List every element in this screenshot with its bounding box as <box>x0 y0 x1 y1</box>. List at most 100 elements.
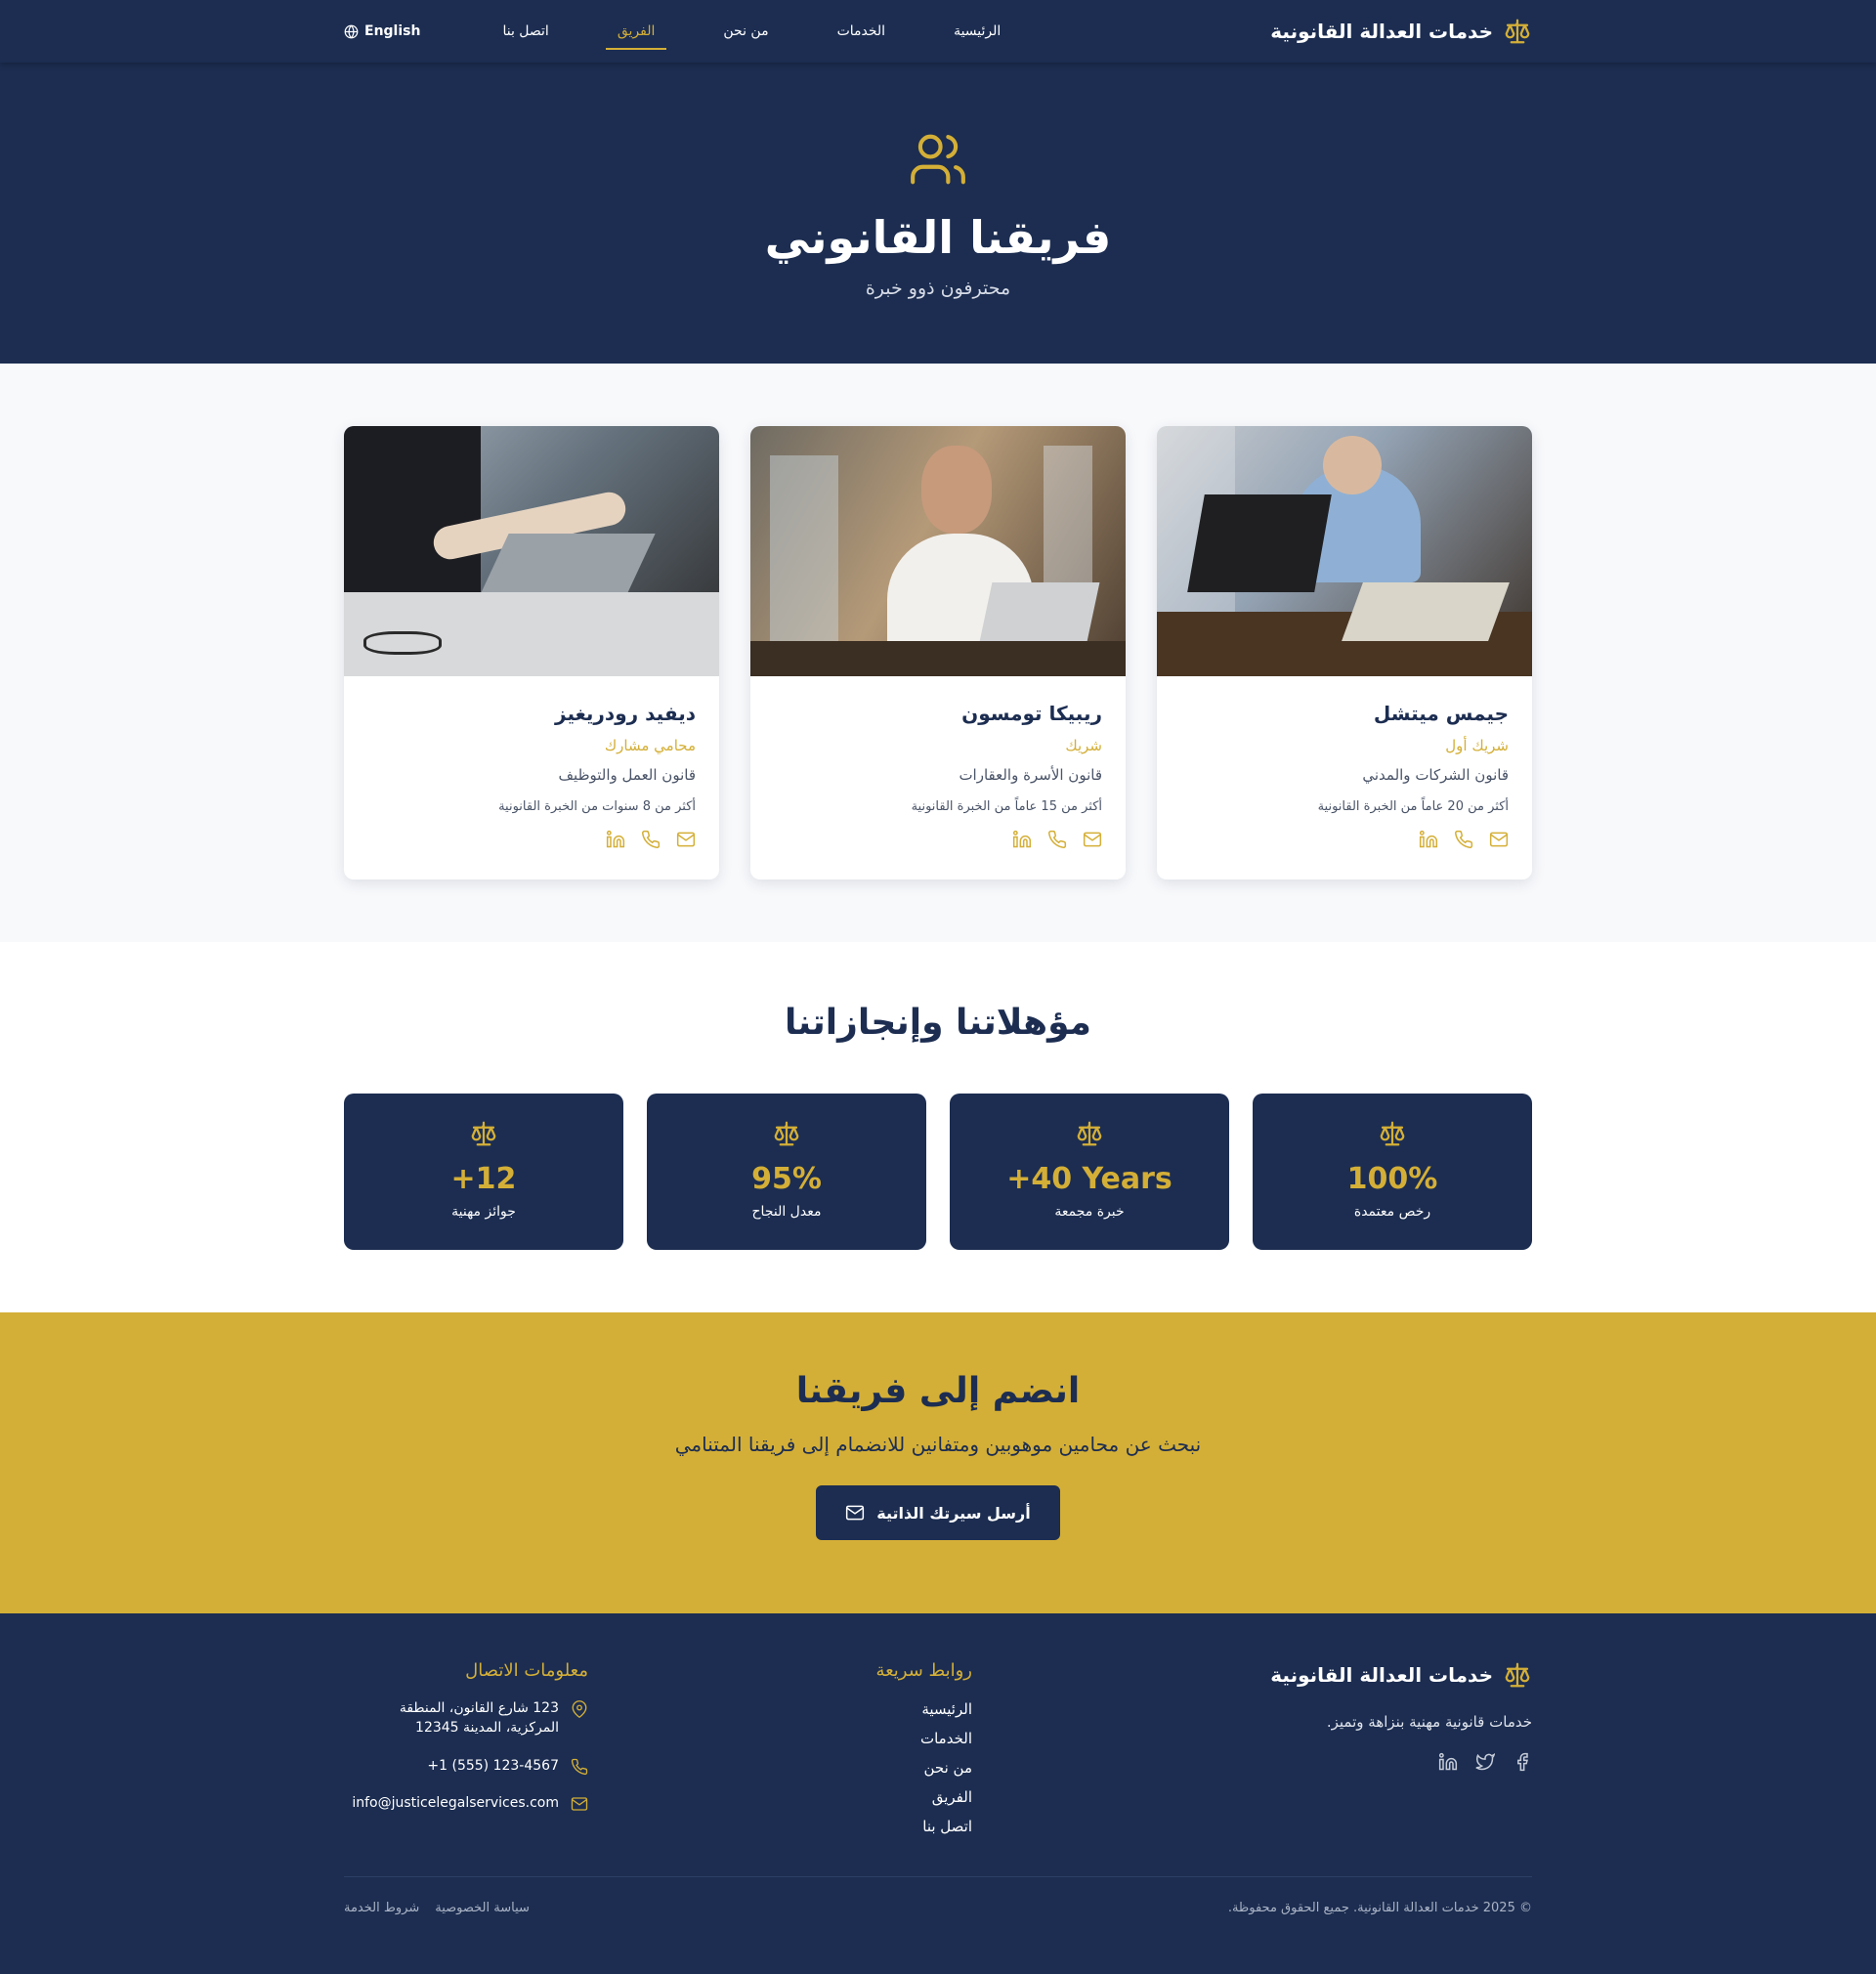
footer-link-home[interactable]: الرئيسية <box>738 1700 972 1718</box>
stat-card: +40 Years خبرة مجمعة <box>950 1094 1229 1250</box>
footer-description: خدمات قانونية مهنية بنزاهة وتميز. <box>1326 1713 1532 1731</box>
main-menu: الرئيسية الخدمات من نحن الفريق اتصل بنا … <box>344 0 1012 63</box>
linkedin-icon[interactable] <box>1012 830 1032 849</box>
footer-link-contact[interactable]: اتصل بنا <box>738 1818 972 1835</box>
footer-logo[interactable]: خدمات العدالة القانونية <box>1122 1660 1532 1690</box>
join-title: انضم إلى فريقنا <box>795 1371 1081 1411</box>
linkedin-icon[interactable] <box>1438 1752 1458 1772</box>
footer-bottom-bar: © 2025 خدمات العدالة القانونية. جميع الح… <box>344 1876 1532 1915</box>
language-label: English <box>364 23 421 39</box>
quick-links-title: روابط سريعة <box>875 1660 972 1681</box>
nav-home[interactable]: الرئيسية <box>942 0 1012 63</box>
mail-icon <box>571 1797 588 1811</box>
mail-icon[interactable] <box>1489 830 1509 849</box>
terms-link[interactable]: شروط الخدمة <box>344 1901 419 1915</box>
stat-card: 95% معدل النجاح <box>647 1094 926 1250</box>
legal-links: سياسة الخصوصية شروط الخدمة <box>344 1901 530 1915</box>
nav-services[interactable]: الخدمات <box>826 0 898 63</box>
language-switch[interactable]: English <box>344 23 420 39</box>
send-cv-label: أرسل سيرتك الذاتية <box>876 1503 1031 1523</box>
stat-value: +40 Years <box>1006 1162 1172 1196</box>
footer-quick-links: روابط سريعة الرئيسية الخدمات من نحن الفر… <box>738 1660 972 1847</box>
member-role: شريك أول <box>1445 737 1509 754</box>
contact-email[interactable]: info@justicelegalservices.com <box>344 1793 588 1813</box>
mail-icon[interactable] <box>676 830 696 849</box>
man-on-phone-photo <box>750 426 1126 676</box>
scale-icon <box>774 1121 799 1146</box>
contact-title: معلومات الاتصال <box>465 1660 588 1681</box>
member-experience: أكثر من 15 عاماً من الخبرة القانونية <box>911 799 1102 814</box>
footer-link-team[interactable]: الفريق <box>738 1788 972 1806</box>
member-experience: أكثر من 8 سنوات من الخبرة القانونية <box>498 799 696 814</box>
join-team-section: انضم إلى فريقنا نبحث عن محامين موهوبين و… <box>0 1312 1876 1613</box>
member-name: ديفيد رودريغيز <box>555 702 696 725</box>
phone-icon[interactable] <box>641 830 661 849</box>
footer-contact: معلومات الاتصال 123 شارع القانون، المنطق… <box>344 1660 588 1847</box>
scale-icon <box>471 1121 496 1146</box>
scale-icon <box>1077 1121 1102 1146</box>
nav-contact[interactable]: اتصل بنا <box>490 0 560 63</box>
stat-label: رخص معتمدة <box>1353 1204 1431 1220</box>
phone-icon <box>571 1758 588 1775</box>
team-card: جيمس ميتشل شريك أول قانون الشركات والمدن… <box>1157 426 1532 880</box>
handshake-photo <box>344 426 719 676</box>
member-specialty: قانون العمل والتوظيف <box>558 766 696 784</box>
member-role: محامي مشارك <box>604 737 696 754</box>
footer-brand: خدمات العدالة القانونية خدمات قانونية مه… <box>1122 1660 1532 1847</box>
scale-icon <box>1505 1662 1530 1688</box>
address-text: 123 شارع القانون، المنطقة المركزية، المد… <box>399 1700 559 1737</box>
site-footer: خدمات العدالة القانونية خدمات قانونية مه… <box>0 1613 1876 1974</box>
nav-team[interactable]: الفريق <box>605 0 667 63</box>
facebook-icon[interactable] <box>1513 1752 1532 1772</box>
stat-value: 95% <box>751 1162 822 1196</box>
email-text: info@justicelegalservices.com <box>352 1794 559 1811</box>
stat-card: +12 جوائز مهنية <box>344 1094 623 1250</box>
phone-text: +1 (555) 123-4567 <box>427 1757 559 1774</box>
laptop-meeting-photo <box>1157 426 1532 676</box>
team-section: جيمس ميتشل شريك أول قانون الشركات والمدن… <box>0 364 1876 942</box>
nav-about[interactable]: من نحن <box>711 0 780 63</box>
stat-label: معدل النجاح <box>751 1204 822 1220</box>
scale-icon <box>1505 19 1530 44</box>
scale-icon <box>1380 1121 1405 1146</box>
footer-link-services[interactable]: الخدمات <box>738 1730 972 1747</box>
mail-icon[interactable] <box>1083 830 1102 849</box>
member-name: ريبيكا تومسون <box>961 702 1102 725</box>
page-title: فريقنا القانوني <box>764 211 1112 264</box>
copyright-text: © 2025 خدمات العدالة القانونية. جميع الح… <box>1227 1901 1532 1915</box>
send-cv-button[interactable]: أرسل سيرتك الذاتية <box>816 1485 1060 1540</box>
footer-link-about[interactable]: من نحن <box>738 1759 973 1777</box>
phone-icon[interactable] <box>1454 830 1473 849</box>
social-links <box>1122 1752 1532 1772</box>
stat-value: 100% <box>1346 1162 1438 1196</box>
member-specialty: قانون الأسرة والعقارات <box>959 766 1102 784</box>
hero-section: فريقنا القانوني محترفون ذوو خبرة <box>0 63 1876 364</box>
team-card: ريبيكا تومسون شريك قانون الأسرة والعقارا… <box>750 426 1126 880</box>
member-experience: أكثر من 20 عاماً من الخبرة القانونية <box>1317 799 1509 814</box>
contact-address: 123 شارع القانون، المنطقة المركزية، المد… <box>344 1698 588 1738</box>
member-name: جيمس ميتشل <box>1373 702 1509 725</box>
linkedin-icon[interactable] <box>606 830 625 849</box>
achievements-section: مؤهلاتنا وإنجازاتنا 100% رخص معتمدة +40 … <box>0 942 1876 1312</box>
join-text: نبحث عن محامين موهوبين ومتفانين للانضمام… <box>674 1433 1202 1456</box>
page-subtitle: محترفون ذوو خبرة <box>865 278 1011 299</box>
linkedin-icon[interactable] <box>1419 830 1438 849</box>
mail-icon <box>846 1505 865 1521</box>
team-card: ديفيد رودريغيز محامي مشارك قانون العمل و… <box>344 426 719 880</box>
stat-value: +12 <box>450 1162 517 1196</box>
top-navbar: خدمات العدالة القانونية الرئيسية الخدمات… <box>0 0 1876 63</box>
stat-label: خبرة مجمعة <box>1054 1204 1125 1220</box>
member-specialty: قانون الشركات والمدني <box>1362 766 1509 784</box>
member-role: شريك <box>1065 737 1102 754</box>
footer-brand-name: خدمات العدالة القانونية <box>1270 1663 1493 1687</box>
users-icon <box>908 129 968 190</box>
phone-icon[interactable] <box>1047 830 1067 849</box>
achievements-title: مؤهلاتنا وإنجازاتنا <box>785 1003 1091 1043</box>
contact-phone[interactable]: +1 (555) 123-4567 <box>344 1756 588 1776</box>
brand-logo[interactable]: خدمات العدالة القانونية <box>1270 17 1532 46</box>
globe-icon <box>344 24 359 38</box>
map-pin-icon <box>572 1700 587 1718</box>
twitter-icon[interactable] <box>1475 1752 1495 1772</box>
privacy-link[interactable]: سياسة الخصوصية <box>435 1901 530 1915</box>
stat-label: جوائز مهنية <box>451 1204 516 1220</box>
